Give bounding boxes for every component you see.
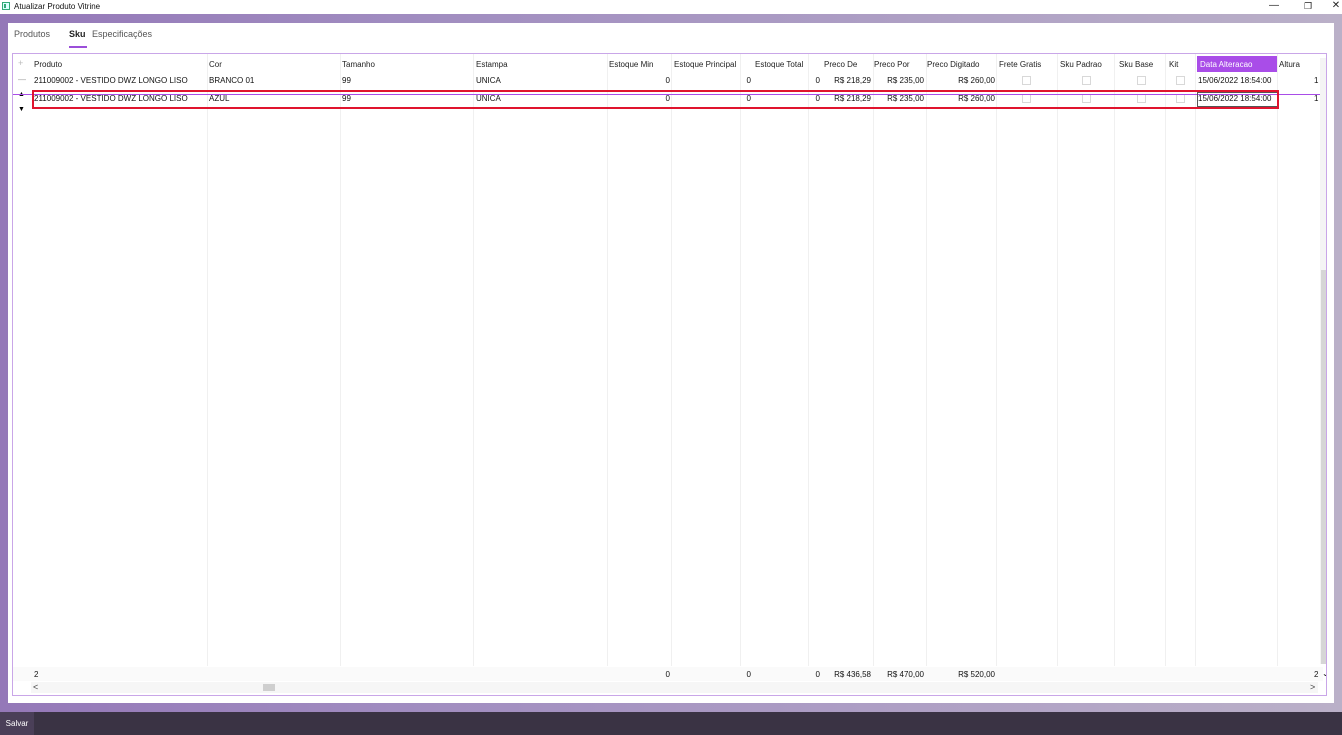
totals-row: 2 0 0 0 R$ 436,58 R$ 470,00 R$ 520,00 2 … xyxy=(13,667,1326,681)
col-header-estampa[interactable]: Estampa xyxy=(476,60,508,69)
column-divider xyxy=(740,54,741,666)
cell-estoque-min[interactable]: 0 xyxy=(613,76,670,85)
active-tab-indicator xyxy=(69,46,87,48)
vertical-scrollbar[interactable] xyxy=(1320,58,1326,664)
column-divider xyxy=(996,54,997,666)
cell-altura[interactable]: 1 xyxy=(1314,94,1318,103)
total-estoque-principal: 0 xyxy=(746,670,751,679)
col-header-data-alteracao-label: Data Alteracao xyxy=(1200,60,1253,69)
column-divider xyxy=(1277,54,1278,666)
col-header-produto[interactable]: Produto xyxy=(34,60,62,69)
col-header-kit[interactable]: Kit xyxy=(1169,60,1178,69)
column-divider xyxy=(1195,54,1196,666)
cell-estoque-principal[interactable]: 0 xyxy=(693,76,751,85)
total-altura: 2 xyxy=(1314,670,1319,679)
sku-grid: + Produto Cor Tamanho Estampa Estoque Mi… xyxy=(12,53,1327,696)
total-estoque-min: 0 xyxy=(665,670,670,679)
horizontal-scrollbar[interactable]: < > xyxy=(31,682,1318,693)
close-button[interactable]: ✕ xyxy=(1326,0,1342,14)
total-preco-digitado: R$ 520,00 xyxy=(958,670,995,679)
window-body: Produtos Sku Especificações + Produto Co… xyxy=(8,23,1334,703)
col-header-cor[interactable]: Cor xyxy=(209,60,222,69)
column-divider xyxy=(473,54,474,666)
new-row-sort-down-icon[interactable]: ▼ xyxy=(18,106,25,113)
cell-produto[interactable]: 211009002 - VESTIDO DWZ LONGO LISO xyxy=(34,76,188,85)
column-divider xyxy=(607,54,608,666)
col-header-estoque-total[interactable]: Estoque Total xyxy=(755,60,803,69)
tab-produtos[interactable]: Produtos xyxy=(14,29,50,39)
total-preco-por: R$ 470,00 xyxy=(887,670,924,679)
cell-estampa[interactable]: UNICA xyxy=(476,76,501,85)
scroll-right-arrow-icon[interactable]: > xyxy=(1310,682,1315,692)
checkbox-kit[interactable] xyxy=(1176,76,1185,85)
column-divider xyxy=(207,54,208,666)
column-divider xyxy=(340,54,341,666)
col-header-estoque-principal[interactable]: Estoque Principal xyxy=(674,60,736,69)
column-divider xyxy=(1114,54,1115,666)
checkbox-sku-base[interactable] xyxy=(1137,76,1146,85)
restore-button[interactable]: ❐ xyxy=(1298,0,1318,14)
cell-preco-digitado[interactable]: R$ 260,00 xyxy=(933,76,995,85)
cell-cor[interactable]: BRANCO 01 xyxy=(209,76,254,85)
tab-especificacoes[interactable]: Especificações xyxy=(92,29,152,39)
cell-data-alteracao[interactable]: 15/06/2022 18:54:00 xyxy=(1198,76,1271,85)
minimize-button[interactable]: — xyxy=(1264,0,1284,14)
scroll-down-arrow-icon[interactable]: ⌄ xyxy=(1322,669,1326,678)
col-header-sku-base[interactable]: Sku Base xyxy=(1119,60,1153,69)
total-count: 2 xyxy=(34,670,39,679)
action-bar: Salvar xyxy=(0,712,1342,735)
col-header-frete-gratis[interactable]: Frete Gratis xyxy=(999,60,1041,69)
column-divider xyxy=(671,54,672,666)
col-header-preco-digitado[interactable]: Preco Digitado xyxy=(927,60,979,69)
col-header-sku-padrao[interactable]: Sku Padrao xyxy=(1060,60,1102,69)
horizontal-scroll-thumb[interactable] xyxy=(263,684,275,691)
col-header-data-alteracao[interactable]: Data Alteracao xyxy=(1197,56,1277,72)
cell-preco-de[interactable]: R$ 218,29 xyxy=(821,76,871,85)
column-divider xyxy=(1165,54,1166,666)
checkbox-frete-gratis[interactable] xyxy=(1022,76,1031,85)
checkbox-sku-padrao[interactable] xyxy=(1082,76,1091,85)
col-header-tamanho[interactable]: Tamanho xyxy=(342,60,375,69)
total-estoque-total: 0 xyxy=(815,670,820,679)
column-divider xyxy=(808,54,809,666)
cell-preco-por[interactable]: R$ 235,00 xyxy=(873,76,924,85)
col-header-preco-de[interactable]: Preco De xyxy=(824,60,857,69)
column-divider xyxy=(1057,54,1058,666)
tab-sku[interactable]: Sku xyxy=(69,29,86,39)
save-button[interactable]: Salvar xyxy=(0,712,34,735)
title-bar: Atualizar Produto Vitrine — ❐ ✕ xyxy=(0,0,1342,14)
total-preco-de: R$ 436,58 xyxy=(834,670,871,679)
scroll-left-arrow-icon[interactable]: < xyxy=(33,682,38,692)
app-icon xyxy=(2,2,10,10)
cell-estoque-total[interactable]: 0 xyxy=(773,76,820,85)
add-row-icon[interactable]: + xyxy=(18,58,23,68)
table-row[interactable]: — 211009002 - VESTIDO DWZ LONGO LISO BRA… xyxy=(13,73,1323,87)
col-header-altura[interactable]: Altura xyxy=(1279,60,1300,69)
window-title: Atualizar Produto Vitrine xyxy=(14,2,101,11)
row-collapse-marker[interactable]: — xyxy=(18,75,26,84)
col-header-estoque-min[interactable]: Estoque Min xyxy=(609,60,653,69)
cell-tamanho[interactable]: 99 xyxy=(342,76,351,85)
cell-altura[interactable]: 1 xyxy=(1314,76,1318,85)
column-divider xyxy=(873,54,874,666)
col-header-preco-por[interactable]: Preco Por xyxy=(874,60,910,69)
column-divider xyxy=(926,54,927,666)
vertical-scroll-thumb[interactable] xyxy=(1321,270,1326,664)
highlight-box xyxy=(32,90,1279,109)
